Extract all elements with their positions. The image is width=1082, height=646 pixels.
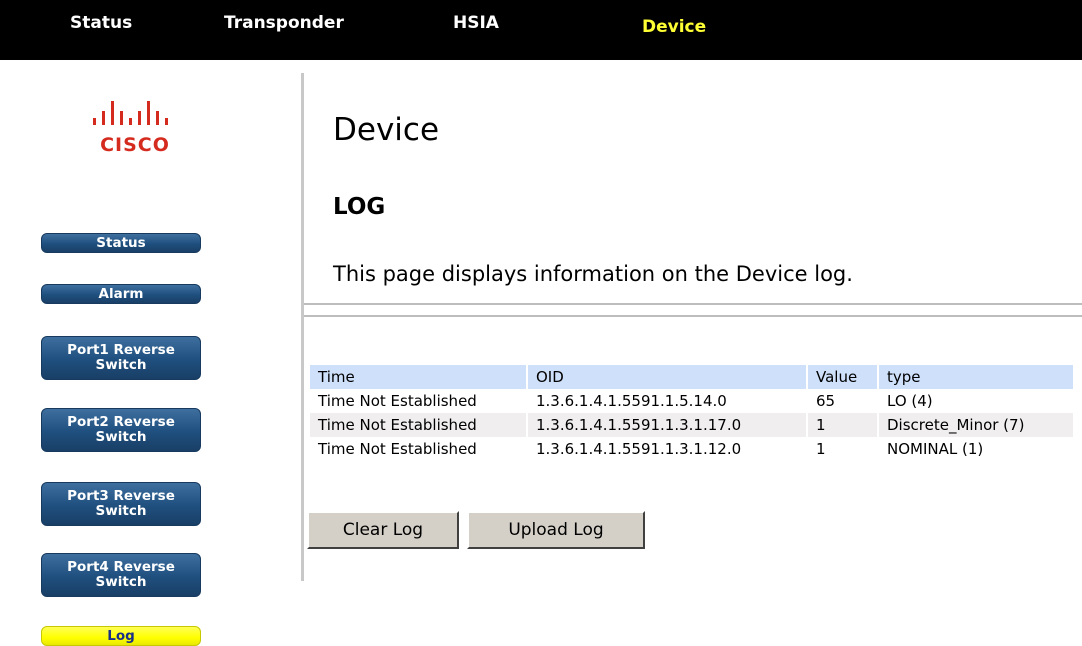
column-header-oid: OID [527,365,808,389]
sidebar-item-label: Status [96,234,146,251]
sidebar-item-log[interactable]: Log [41,626,201,646]
cell-value: 1 [807,413,879,437]
sidebar-item-label: Log [107,627,135,644]
table-row: Time Not Established 1.3.6.1.4.1.5591.1.… [310,389,1075,413]
top-nav-bar: Status Transponder HSIA Device [0,0,1082,60]
tab-status[interactable]: Status [70,13,132,33]
sidebar-item-label: Port1 Reverse [67,342,175,358]
cell-type: LO (4) [878,389,1075,413]
horizontal-divider [304,303,1082,317]
sidebar-item-label: Switch [95,429,147,445]
sidebar-item-port4-reverse-switch[interactable]: Port4 Reverse Switch [41,553,201,597]
cell-time: Time Not Established [310,437,528,461]
cell-type: NOMINAL (1) [878,437,1075,461]
sidebar-item-label: Port4 Reverse [67,559,175,575]
vertical-divider [301,73,304,581]
sidebar-item-label: Alarm [98,285,144,302]
cisco-logo-text: CISCO [100,134,170,156]
sidebar-item-port2-reverse-switch[interactable]: Port2 Reverse Switch [41,408,201,452]
cell-oid: 1.3.6.1.4.1.5591.1.3.1.17.0 [527,413,808,437]
upload-log-button[interactable]: Upload Log [467,511,645,549]
sidebar-item-label: Switch [95,574,147,590]
cell-value: 65 [807,389,879,413]
cell-time: Time Not Established [310,413,528,437]
column-header-value: Value [807,365,879,389]
table-header-row: Time OID Value type [310,365,1075,389]
clear-log-button[interactable]: Clear Log [307,511,459,549]
section-title: LOG [333,194,386,220]
column-header-time: Time [310,365,528,389]
cisco-bars-icon [93,101,183,125]
cell-oid: 1.3.6.1.4.1.5591.1.5.14.0 [527,389,808,413]
column-header-type: type [878,365,1075,389]
cisco-logo: CISCO [80,101,190,161]
tab-transponder[interactable]: Transponder [224,13,344,33]
page-title: Device [333,112,440,148]
table-row: Time Not Established 1.3.6.1.4.1.5591.1.… [310,437,1075,461]
tab-device[interactable]: Device [642,17,706,37]
sidebar-item-label: Switch [95,357,147,373]
page-description: This page displays information on the De… [333,262,853,286]
cell-time: Time Not Established [310,389,528,413]
sidebar-item-alarm[interactable]: Alarm [41,284,201,304]
log-table: Time OID Value type Time Not Established… [310,365,1075,461]
tab-hsia[interactable]: HSIA [453,13,499,33]
table-row: Time Not Established 1.3.6.1.4.1.5591.1.… [310,413,1075,437]
cell-value: 1 [807,437,879,461]
cell-oid: 1.3.6.1.4.1.5591.1.3.1.12.0 [527,437,808,461]
sidebar-item-label: Switch [95,503,147,519]
sidebar-item-label: Port3 Reverse [67,488,175,504]
sidebar-item-port1-reverse-switch[interactable]: Port1 Reverse Switch [41,336,201,380]
cell-type: Discrete_Minor (7) [878,413,1075,437]
sidebar-item-label: Port2 Reverse [67,414,175,430]
sidebar-item-port3-reverse-switch[interactable]: Port3 Reverse Switch [41,482,201,526]
sidebar-item-status[interactable]: Status [41,233,201,253]
